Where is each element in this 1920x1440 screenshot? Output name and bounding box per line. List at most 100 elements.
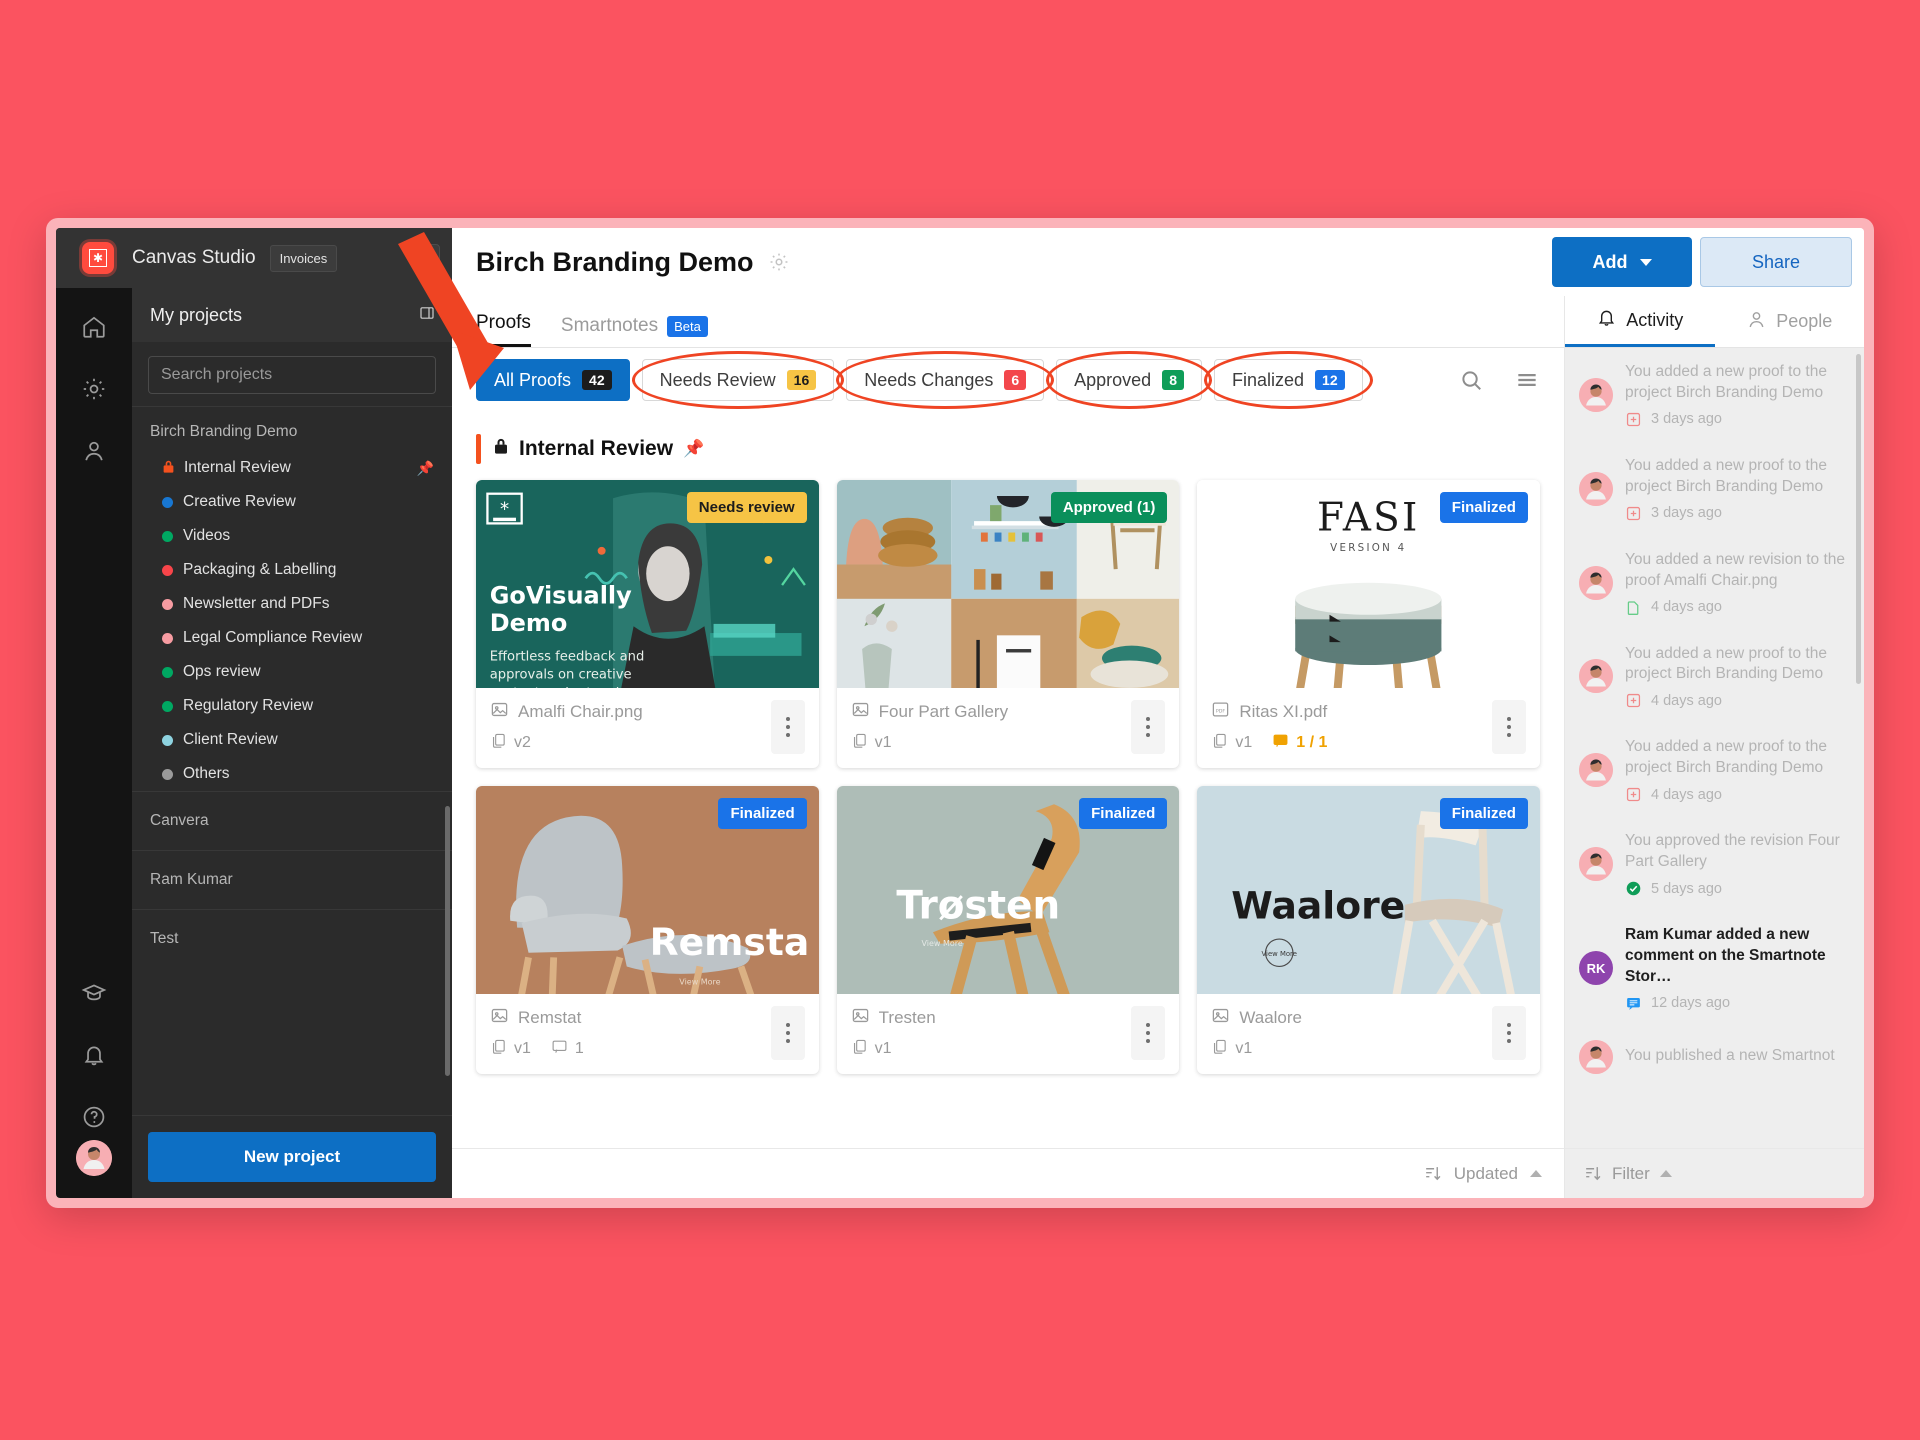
panel-collapse-icon[interactable]: ▼	[414, 244, 440, 270]
svg-text:Waalore: Waalore	[1232, 883, 1406, 927]
card-more-options-icon[interactable]	[1131, 700, 1166, 754]
app-window-frame: ✱ Canvas Studio Invoices ▼ My projects B…	[46, 218, 1874, 1208]
settings-gear-icon[interactable]	[71, 366, 117, 412]
account-person-icon[interactable]	[71, 428, 117, 474]
proof-thumbnail[interactable]: Approved (1)	[836, 480, 1180, 688]
pin-icon[interactable]: 📌	[417, 460, 434, 477]
projects-sidebar: ✱ Canvas Studio Invoices ▼ My projects B…	[56, 228, 452, 1198]
proof-filename: Waalore	[1239, 1008, 1302, 1027]
activity-text: You published a new Smartnot	[1625, 1047, 1835, 1065]
version-group: v1	[490, 1038, 531, 1060]
folder-item[interactable]: Ops review	[132, 655, 452, 689]
proof-grid-scroll[interactable]: Internal Review 📌 * GoVisually Demo Effortl…	[452, 412, 1564, 1148]
proof-thumbnail[interactable]: FASI VERSION 4 Finalized	[1197, 480, 1540, 688]
activity-scrollbar[interactable]	[1856, 354, 1861, 684]
filter-pill[interactable]: Finalized 12	[1204, 351, 1373, 409]
filter-pill-label: Needs Review	[659, 369, 776, 390]
proof-thumbnail[interactable]: Trøsten View More Finalized	[836, 786, 1180, 994]
versions-icon	[851, 732, 868, 754]
new-project-button[interactable]: New project	[148, 1132, 436, 1182]
comment-count: 1 / 1	[1296, 734, 1328, 751]
filter-pill-label: Finalized	[1232, 369, 1305, 390]
folder-item[interactable]: Others	[132, 757, 452, 791]
activity-item[interactable]: You approved the revision Four Part Gall…	[1565, 817, 1864, 911]
filter-chevron-up-icon[interactable]	[1659, 1170, 1672, 1177]
sort-label[interactable]: Updated	[1454, 1164, 1518, 1184]
folder-item[interactable]: Newsletter and PDFs	[132, 587, 452, 621]
filter-pill[interactable]: All Proofs 42	[476, 359, 630, 401]
user-avatar[interactable]	[76, 1140, 112, 1176]
proof-card[interactable]: * GoVisually Demo Effortless feedback and ap…	[476, 480, 819, 768]
activity-item[interactable]: RK Ram Kumar added a new comment on the S…	[1565, 911, 1864, 1026]
proof-thumbnail[interactable]: Remsta View More Finalized	[476, 786, 819, 994]
search-projects-input[interactable]	[148, 356, 436, 394]
folder-item-label: Internal Review	[184, 459, 291, 476]
proof-filename-row: Four Part Gallery	[851, 700, 1132, 724]
folder-item[interactable]: Legal Compliance Review	[132, 621, 452, 655]
tab-smartnotes[interactable]: Smartnotes Beta	[561, 315, 708, 347]
folder-item[interactable]: Packaging & Labelling	[132, 553, 452, 587]
rp-tab-people[interactable]: People	[1715, 296, 1865, 347]
folder-item[interactable]: Creative Review	[132, 485, 452, 519]
proof-thumbnail[interactable]: * GoVisually Demo Effortless feedback and ap…	[476, 480, 819, 688]
dot-icon	[162, 768, 173, 780]
activity-item[interactable]: You added a new revision to the proof Am…	[1565, 536, 1864, 630]
add-proof-icon	[1625, 786, 1642, 803]
share-button[interactable]: Share	[1700, 237, 1852, 287]
filter-pill[interactable]: Needs Review 16	[631, 351, 845, 409]
home-icon[interactable]	[71, 304, 117, 350]
card-more-options-icon[interactable]	[770, 1006, 805, 1060]
activity-item[interactable]: You added a new proof to the project Bir…	[1565, 630, 1864, 724]
card-more-options-icon[interactable]	[1491, 700, 1526, 754]
folder-item[interactable]: Internal Review 📌	[132, 451, 452, 485]
chevron-up-icon[interactable]	[1530, 1170, 1542, 1177]
notifications-bell-icon[interactable]	[71, 1032, 117, 1078]
activity-item[interactable]: You added a new proof to the project Bir…	[1565, 723, 1864, 817]
filter-pill[interactable]: Needs Changes 6	[836, 351, 1055, 409]
section-title: Internal Review 📌	[493, 437, 704, 461]
image-file-icon	[490, 1006, 509, 1030]
proof-card[interactable]: Trøsten View More Finalized Tresten v1	[836, 786, 1180, 1074]
card-more-options-icon[interactable]	[1131, 1006, 1166, 1060]
project-row[interactable]: Test	[132, 909, 452, 968]
project-tree[interactable]: Birch Branding Demo Internal Review 📌 Crea…	[132, 406, 452, 1115]
sidebar-scrollbar[interactable]	[445, 806, 450, 1076]
folder-item[interactable]: Videos	[132, 519, 452, 553]
activity-item[interactable]: You added a new proof to the project Bir…	[1565, 348, 1864, 442]
tab-proofs[interactable]: Proofs	[476, 312, 531, 347]
proof-filename-row: Tresten	[851, 1006, 1132, 1030]
help-question-icon[interactable]	[71, 1094, 117, 1140]
activity-item[interactable]: You added a new proof to the project Bir…	[1565, 442, 1864, 536]
project-group-title[interactable]: Birch Branding Demo	[132, 407, 452, 451]
filter-pill[interactable]: Approved 8	[1046, 351, 1212, 409]
proof-card[interactable]: Waalore View More Finalized Waalore v1	[1197, 786, 1540, 1074]
proof-card[interactable]: Remsta View More Finalized Remstat v1 1	[476, 786, 819, 1074]
project-row[interactable]: Canvera	[132, 791, 452, 850]
proof-card[interactable]: Approved (1) Four Part Gallery v1	[836, 480, 1180, 768]
sidebar-collapse-icon[interactable]	[414, 300, 440, 326]
project-settings-gear-icon[interactable]	[768, 251, 790, 273]
avatar	[1579, 1039, 1613, 1074]
filter-label[interactable]: Filter	[1612, 1164, 1650, 1184]
folder-item[interactable]: Client Review	[132, 723, 452, 757]
project-row[interactable]: Ram Kumar	[132, 850, 452, 909]
activity-item[interactable]: You published a new Smartnot	[1565, 1026, 1864, 1088]
invoices-chip[interactable]: Invoices	[269, 244, 338, 272]
card-more-options-icon[interactable]	[770, 700, 805, 754]
image-file-icon	[1211, 1006, 1230, 1030]
learn-graduation-icon[interactable]	[71, 970, 117, 1016]
activity-list[interactable]: You added a new proof to the project Bir…	[1565, 348, 1864, 1148]
add-button[interactable]: Add	[1552, 237, 1692, 287]
my-projects-header[interactable]: My projects	[132, 288, 452, 342]
revision-icon	[1625, 599, 1642, 616]
activity-body: You added a new revision to the proof Am…	[1625, 550, 1848, 616]
card-more-options-icon[interactable]	[1491, 1006, 1526, 1060]
proof-thumbnail[interactable]: Waalore View More Finalized	[1197, 786, 1540, 994]
search-icon[interactable]	[1459, 368, 1484, 393]
list-view-icon[interactable]	[1514, 367, 1540, 393]
versions-icon	[851, 1038, 868, 1060]
rp-tab-activity[interactable]: Activity	[1565, 296, 1715, 347]
activity-body: You added a new proof to the project Bir…	[1625, 737, 1848, 803]
proof-card[interactable]: FASI VERSION 4 Finalized PDF Ritas XI.pdf v1 1…	[1197, 480, 1540, 768]
folder-item[interactable]: Regulatory Review	[132, 689, 452, 723]
